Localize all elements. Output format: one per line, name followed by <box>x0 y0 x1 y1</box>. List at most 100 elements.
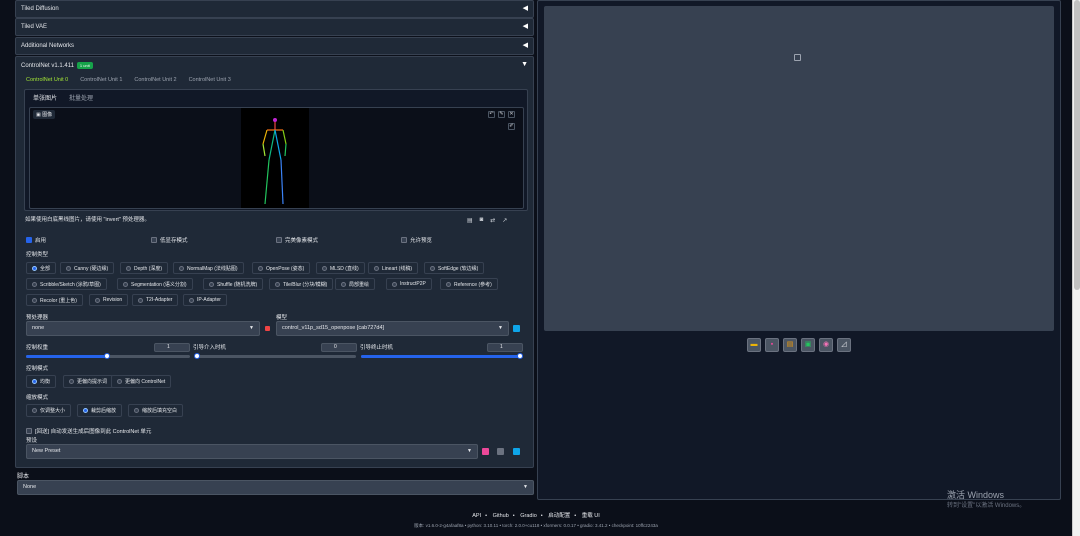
script-select[interactable]: None ▼ <box>17 480 534 495</box>
brush-icon[interactable]: ✐ <box>508 123 515 130</box>
end-slider[interactable] <box>361 353 523 359</box>
control-type-depth[interactable]: Depth (深度) <box>120 262 169 274</box>
radio-label: 均衡 <box>40 379 51 385</box>
tab-batch[interactable]: 批量处理 <box>69 93 93 102</box>
radio-dot <box>189 297 194 303</box>
send-to-img2img-icon[interactable]: ▣ <box>801 338 815 352</box>
open-folder-icon[interactable]: ▬ <box>747 338 761 352</box>
control-mode-balanced[interactable]: 均衡 <box>26 375 57 388</box>
new-canvas-icon[interactable]: ▤ <box>467 217 473 224</box>
control-type-lineart[interactable]: Lineart (线稿) <box>368 262 419 274</box>
radio-label: Lineart (线稿) <box>382 265 413 272</box>
control-type-instructp2p[interactable]: InstructP2P <box>386 278 432 290</box>
control-type-openpose[interactable]: OpenPose (姿态) <box>252 262 311 274</box>
image-upload[interactable]: ▣ 图像 ↶ ✎ ✕ ✐ <box>29 107 524 209</box>
chevron-down-icon: ▼ <box>467 448 472 454</box>
save-icon[interactable]: ▪ <box>765 338 779 352</box>
start-input[interactable]: 0 <box>321 343 357 352</box>
control-type-softedge[interactable]: SoftEdge (软边缘) <box>424 262 485 274</box>
accordion-tiled-diffusion[interactable]: Tiled Diffusion ◀ <box>15 0 534 18</box>
weight-slider[interactable] <box>26 353 190 359</box>
swap-icon[interactable]: ⇄ <box>490 217 495 224</box>
control-type-all[interactable]: 全部 <box>26 262 57 274</box>
delete-preset-icon[interactable] <box>497 448 504 455</box>
control-type-tile[interactable]: Tile/Blur (分块/模糊) <box>269 278 334 290</box>
control-type-shuffle[interactable]: Shuffle (随机洗牌) <box>203 278 264 290</box>
tab-unit-3[interactable]: ControlNet Unit 3 <box>189 74 231 87</box>
preset-select[interactable]: New Preset ▼ <box>26 444 478 459</box>
reload-ui-link[interactable]: 重载 UI <box>582 513 600 519</box>
tab-single-image[interactable]: 单张图片 <box>33 93 57 102</box>
gradio-link[interactable]: Gradio <box>520 513 537 519</box>
control-type-t2i-adapter[interactable]: T2I-Adapter <box>132 294 179 306</box>
camera-icon[interactable]: ◙ <box>480 217 484 224</box>
scrollbar-thumb[interactable] <box>1074 0 1080 290</box>
control-type-segmentation[interactable]: Segmentation (语义分割) <box>117 278 193 290</box>
resize-mode-label: 缩放模式 <box>26 395 49 401</box>
radio-label: NormalMap (法线贴图) <box>187 265 238 272</box>
slider-knob[interactable] <box>194 353 200 359</box>
scrollbar[interactable] <box>1072 0 1080 536</box>
control-mode-prompt[interactable]: 更偏向提示词 <box>63 375 114 388</box>
resize-mode-fill[interactable]: 缩放后填充空白 <box>128 404 184 417</box>
control-type-scribble[interactable]: Scribble/Sketch (涂鸦/草图) <box>26 278 107 290</box>
slider-knob[interactable] <box>104 353 110 359</box>
control-type-ip-adapter[interactable]: IP-Adapter <box>183 294 227 306</box>
run-preprocessor-icon[interactable] <box>265 326 270 331</box>
preprocessor-label: 预处理器 <box>26 315 49 321</box>
control-type-canny[interactable]: Canny (硬边缘) <box>60 262 115 274</box>
close-icon[interactable]: ✕ <box>508 111 515 118</box>
allow-preview-checkbox[interactable]: 允许预览 <box>401 236 432 244</box>
preprocessor-select[interactable]: none ▼ <box>26 321 260 336</box>
end-input[interactable]: 1 <box>487 343 523 352</box>
tab-unit-1[interactable]: ControlNet Unit 1 <box>80 74 122 87</box>
tab-unit-0[interactable]: ControlNet Unit 0 <box>26 74 68 87</box>
control-type-recolor[interactable]: Recolor (重上色) <box>26 294 83 306</box>
radio-label: 全部 <box>40 265 51 272</box>
control-type-mlsd[interactable]: MLSD (直线) <box>316 262 365 274</box>
radio-label: 仅调整大小 <box>40 408 66 414</box>
refresh-preset-icon[interactable] <box>513 448 520 455</box>
enable-checkbox[interactable]: 启用 <box>26 236 46 244</box>
undo-icon[interactable]: ↶ <box>488 111 495 118</box>
start-slider[interactable] <box>194 353 356 359</box>
weight-input[interactable]: 1 <box>154 343 190 352</box>
pixel-perfect-checkbox[interactable]: 完美像素模式 <box>276 236 318 244</box>
radio-dot <box>134 408 139 413</box>
control-mode-controlnet[interactable]: 更偏向 ControlNet <box>111 375 172 388</box>
resize-mode-just-resize[interactable]: 仅调整大小 <box>26 404 72 417</box>
zip-icon[interactable]: ▤ <box>783 338 797 352</box>
api-link[interactable]: API <box>472 513 481 519</box>
radio-label: Shuffle (随机洗牌) <box>217 281 258 288</box>
tab-unit-2[interactable]: ControlNet Unit 2 <box>134 74 176 87</box>
version-info: 版本: v1.6.0-2-g4afaaf8a • python: 3.10.11… <box>414 523 658 528</box>
accordion-additional-networks[interactable]: Additional Networks ◀ <box>15 37 534 55</box>
model-label: 模型 <box>276 315 288 321</box>
loopback-checkbox[interactable]: [回送] 自动发送生成后图像到此 ControlNet 单元 <box>26 427 151 435</box>
refresh-models-icon[interactable] <box>513 325 520 332</box>
expand-triangle-icon[interactable]: ▼ <box>521 61 528 68</box>
control-type-reference[interactable]: Reference (参考) <box>440 278 498 290</box>
control-type-normalmap[interactable]: NormalMap (法线贴图) <box>173 262 244 274</box>
accordion-tiled-vae[interactable]: Tiled VAE ◀ <box>15 18 534 36</box>
model-select[interactable]: control_v11p_sd15_openpose [cab727d4] ▼ <box>276 321 509 336</box>
controlnet-header[interactable]: ControlNet v1.1.411 1 unit <box>21 62 93 69</box>
save-preset-icon[interactable] <box>482 448 489 455</box>
low-vram-checkbox[interactable]: 低显存模式 <box>151 236 188 244</box>
github-link[interactable]: Github <box>493 513 509 519</box>
checkbox-box <box>26 428 32 434</box>
select-value: None <box>23 484 37 490</box>
radio-dot <box>341 281 346 287</box>
startup-profile-link[interactable]: 启动配置 <box>548 513 570 519</box>
edit-icon[interactable]: ✎ <box>498 111 505 118</box>
radio-label: Tile/Blur (分块/模糊) <box>283 281 328 288</box>
control-type-revision[interactable]: Revision <box>89 294 129 306</box>
send-dimensions-icon[interactable]: ↗ <box>502 217 507 224</box>
send-to-extras-icon[interactable]: ◿ <box>837 338 851 352</box>
slider-knob[interactable] <box>517 353 523 359</box>
resize-mode-crop[interactable]: 裁剪后缩放 <box>77 404 123 417</box>
control-type-inpaint[interactable]: 局部重绘 <box>335 278 376 290</box>
unit-tabs: ControlNet Unit 0 ControlNet Unit 1 Cont… <box>26 74 231 87</box>
send-to-inpaint-icon[interactable]: ◉ <box>819 338 833 352</box>
radio-label: MLSD (直线) <box>330 265 359 272</box>
